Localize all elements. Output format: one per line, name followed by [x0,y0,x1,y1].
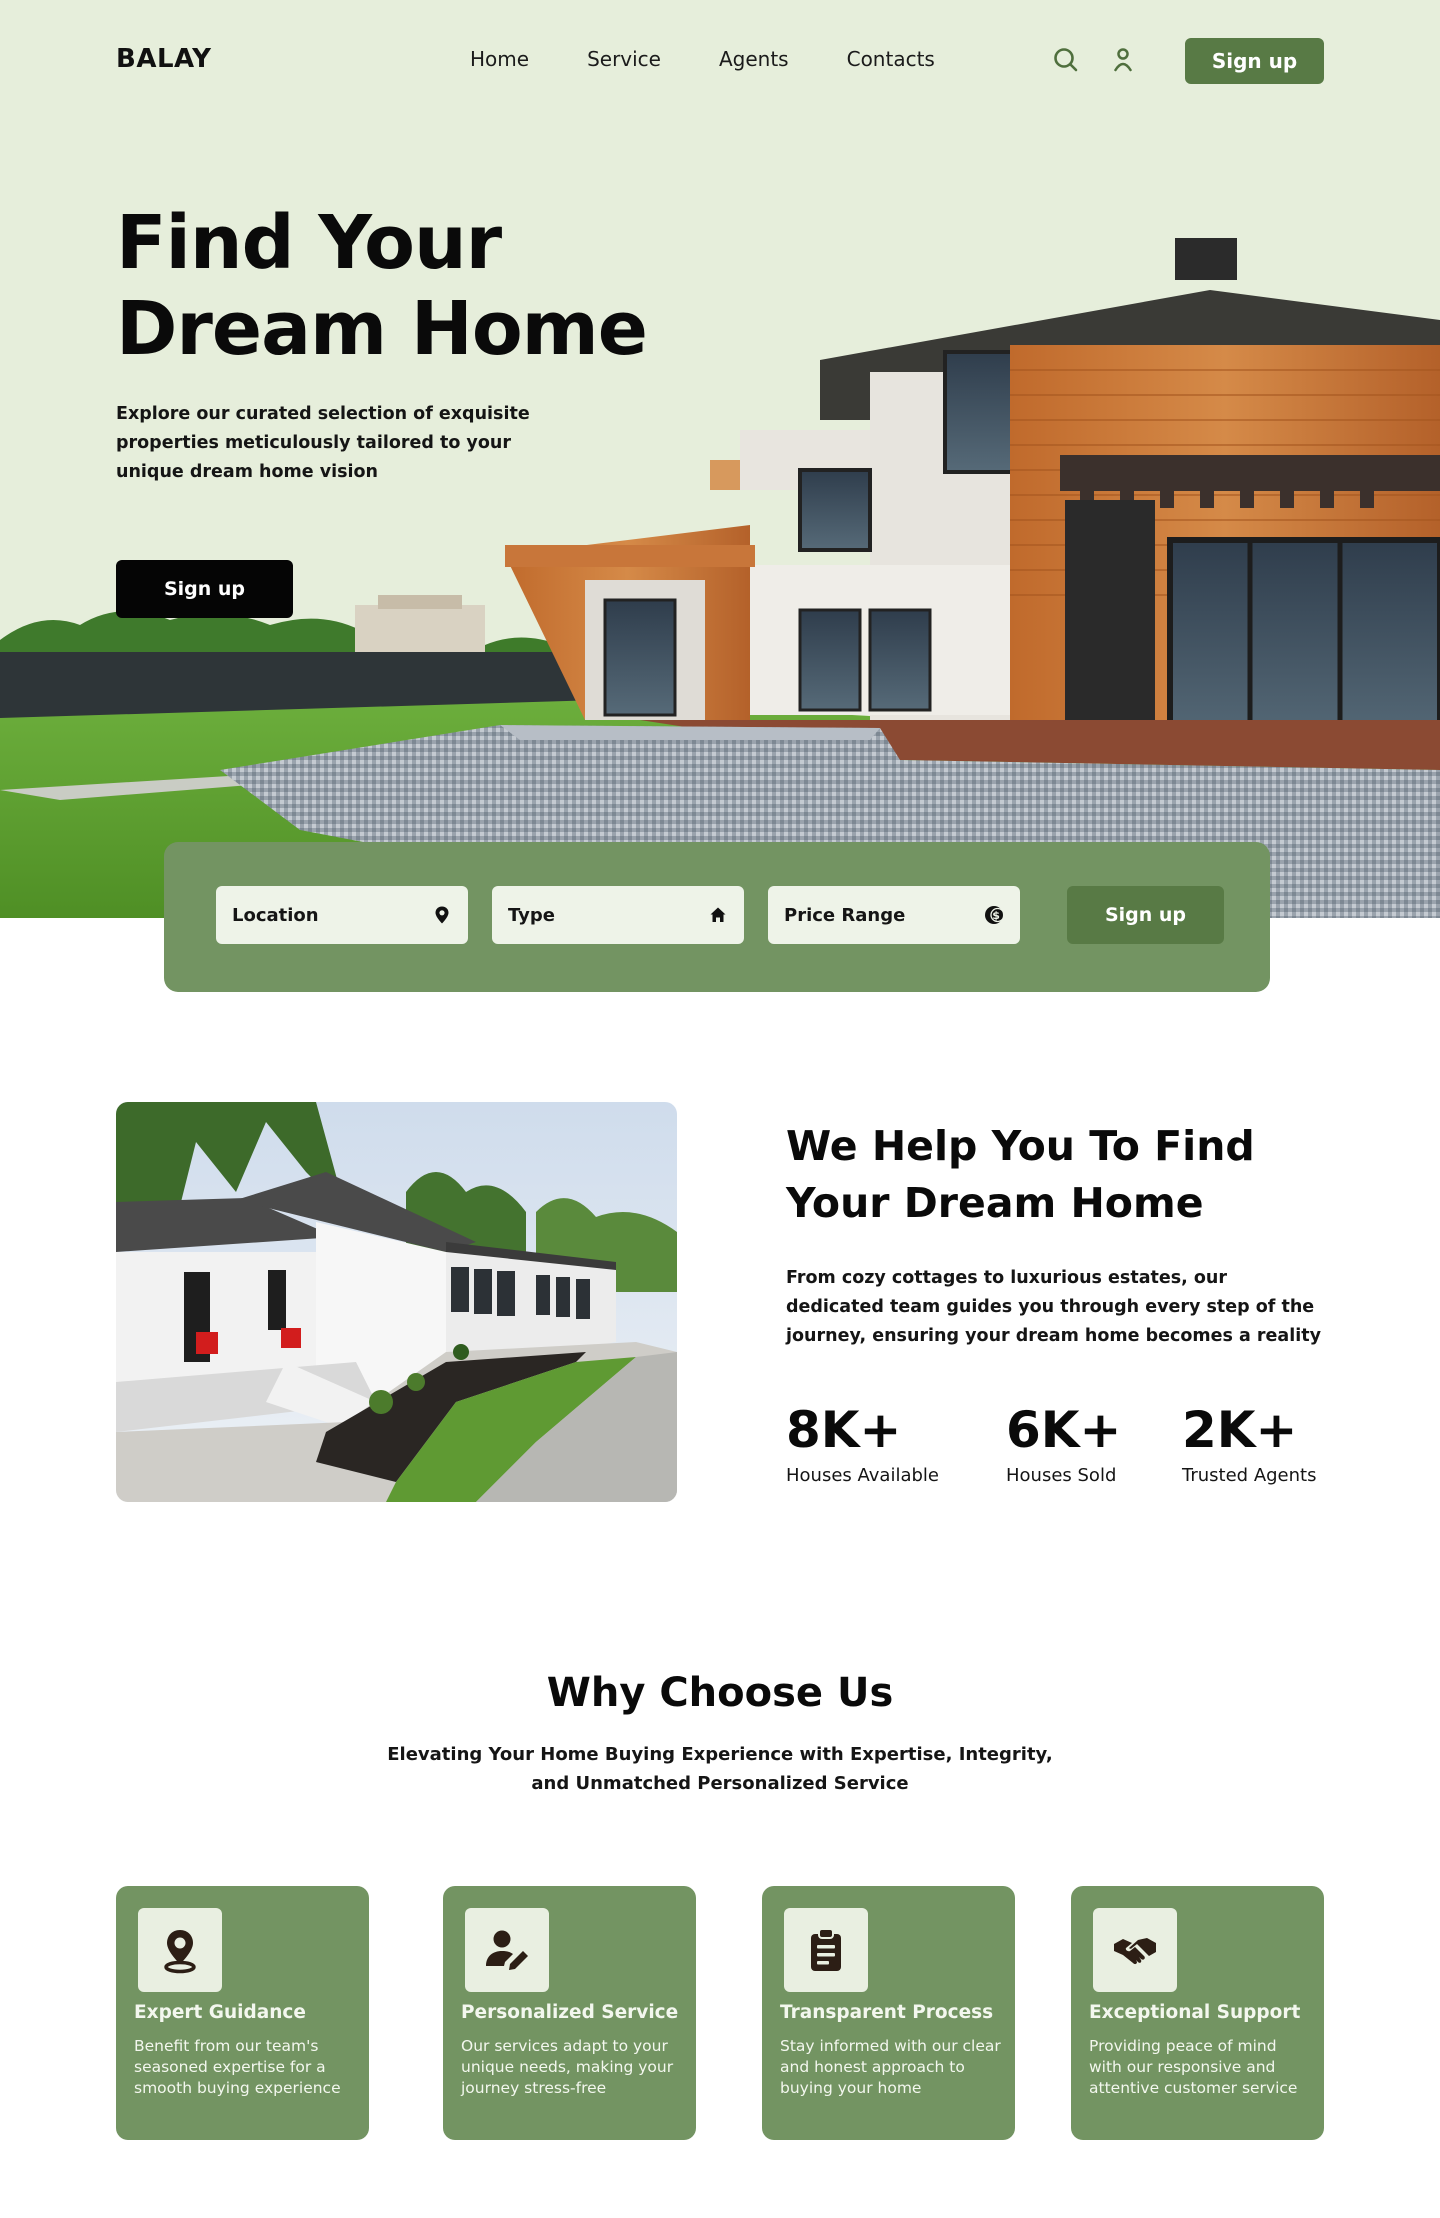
user-edit-icon [486,1930,528,1970]
handshake-icon [1114,1938,1156,1965]
card-title: Exceptional Support [1089,2002,1301,2023]
hero-section: BALAY Home Service Agents Contacts Sign … [0,0,1440,918]
nav-link-contacts[interactable]: Contacts [847,47,935,71]
card-text: Benefit from our team's seasoned experti… [134,2037,341,2097]
card-icon-tile [784,1908,868,1992]
nav-link-home[interactable]: Home [470,47,529,71]
location-label: Location [232,904,319,926]
card-title: Transparent Process [780,2002,994,2023]
feature-card-expert-guidance: Expert Guidance Benefit from our team's … [116,1886,369,2140]
about-title-line-1: We Help You To Find [786,1122,1255,1170]
card-text: Stay informed with our clear and honest … [780,2037,1001,2097]
stat-label: Houses Available [786,1465,939,1486]
about-title-line-2: Your Dream Home [786,1179,1204,1227]
card-text: Our services adapt to your unique needs,… [461,2037,674,2097]
nav-link-service[interactable]: Service [587,47,661,71]
stat-label: Trusted Agents [1182,1465,1317,1486]
top-navbar: BALAY Home Service Agents Contacts Sign … [0,0,1440,120]
about-house-photo [116,1102,677,1502]
stat-value: 6K+ [1006,1401,1122,1459]
about-description: From cozy cottages to luxurious estates,… [786,1268,1321,1346]
stat-houses-available: 8K+ Houses Available [786,1400,939,1488]
svg-text:$: $ [992,909,1000,922]
user-icon[interactable] [1109,46,1137,74]
card-icon-tile [1093,1908,1177,1992]
type-label: Type [508,904,555,926]
house-icon [710,907,726,922]
hero-title-line-1: Find Your [116,200,502,286]
clipboard-icon [811,1928,841,1971]
dollar-coin-icon: $ [985,906,1004,924]
location-select[interactable]: Location [216,886,468,944]
card-title: Expert Guidance [134,2002,306,2023]
search-signup-button[interactable]: Sign up [1067,886,1224,944]
feature-card-personalized-service: Personalized Service Our services adapt … [443,1886,696,2140]
feature-card-exceptional-support: Exceptional Support Providing peace of m… [1071,1886,1324,2140]
stat-value: 8K+ [786,1401,902,1459]
hero-signup-button[interactable]: Sign up [116,560,293,618]
why-subtitle: Elevating Your Home Buying Experience wi… [387,1744,1053,1794]
search-icon[interactable] [1052,46,1080,74]
stat-houses-sold: 6K+ Houses Sold [1006,1400,1121,1488]
location-pin-icon [435,906,449,924]
property-search-panel: Location Type Price Range $ Sign up [164,842,1270,992]
hero-subtitle: Explore our curated selection of exquisi… [116,404,530,482]
card-icon-tile [138,1908,222,1992]
price-range-select[interactable]: Price Range $ [768,886,1020,944]
about-title: We Help You To Find Your Dream Home [786,1118,1346,1232]
nav-links: Home Service Agents Contacts [470,47,993,71]
stat-value: 2K+ [1182,1401,1298,1459]
card-icon-tile [465,1908,549,1992]
hero-title-line-2: Dream Home [116,286,648,372]
stat-trusted-agents: 2K+ Trusted Agents [1182,1400,1316,1488]
stat-label: Houses Sold [1006,1465,1117,1486]
map-pin-icon [164,1930,196,1974]
hero-title: Find Your Dream Home [116,200,676,372]
type-select[interactable]: Type [492,886,744,944]
nav-signup-button[interactable]: Sign up [1185,38,1324,84]
brand-logo[interactable]: BALAY [116,44,211,74]
why-title: Why Choose Us [546,1670,894,1716]
nav-link-agents[interactable]: Agents [719,47,789,71]
price-range-label: Price Range [784,904,906,926]
card-title: Personalized Service [461,2002,679,2023]
feature-card-transparent-process: Transparent Process Stay informed with o… [762,1886,1015,2140]
card-text: Providing peace of mind with our respons… [1089,2037,1298,2097]
